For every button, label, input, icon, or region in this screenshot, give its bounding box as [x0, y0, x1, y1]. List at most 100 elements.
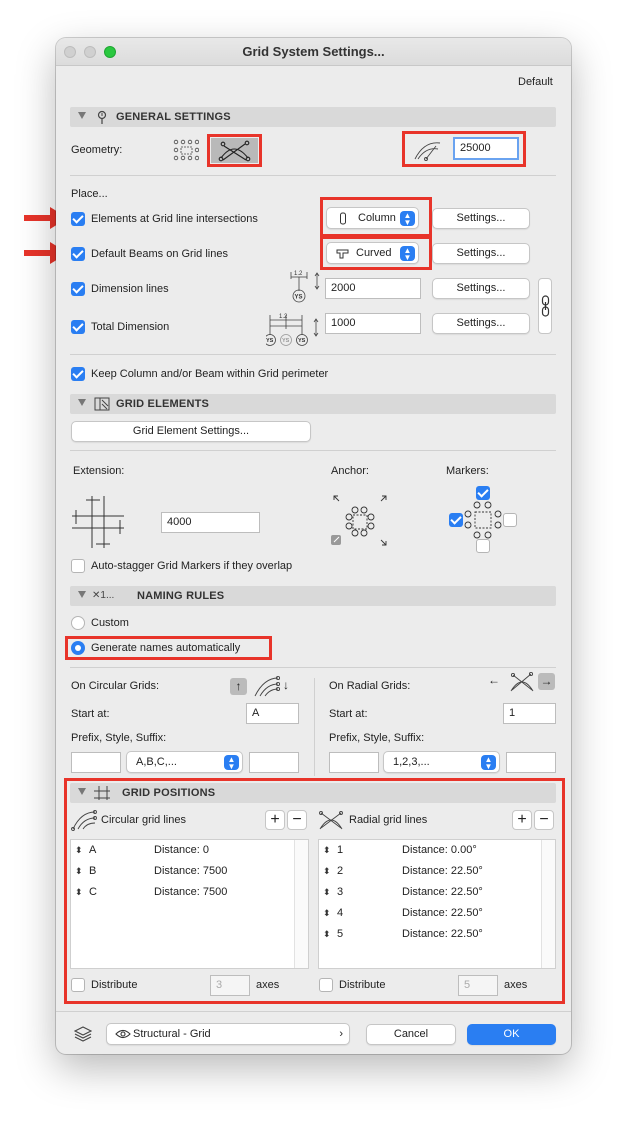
- extension-label: Extension:: [73, 465, 125, 477]
- reorder-handle-icon[interactable]: ⬍: [75, 861, 83, 882]
- dimension-settings-button[interactable]: Settings...: [432, 278, 530, 299]
- favorites-label[interactable]: Default: [518, 76, 553, 88]
- anchor-label: Anchor:: [331, 465, 369, 477]
- markers-diagram-icon: [464, 501, 502, 539]
- dimension-lines-checkbox[interactable]: [71, 282, 85, 296]
- ok-button[interactable]: OK: [467, 1024, 556, 1045]
- radial-axes-label: axes: [504, 979, 528, 991]
- circular-grid-list[interactable]: ⬍ A Distance: 0 ⬍ B Distance: 7500 ⬍ C D…: [70, 839, 309, 969]
- beam-icon: [336, 249, 349, 259]
- popup-chevron-icon: ▲ ▼: [400, 246, 415, 262]
- collapse-triangle-icon: [78, 112, 86, 119]
- beam-type-popup[interactable]: Curved ▲ ▼: [326, 242, 419, 264]
- beam-type-value: Curved: [356, 247, 392, 259]
- custom-naming-label: Custom: [91, 617, 129, 629]
- chevron-right-icon: ›: [339, 1028, 343, 1040]
- table-row[interactable]: ⬍ C Distance: 7500: [71, 882, 308, 903]
- keep-within-perimeter-label: Keep Column and/or Beam within Grid peri…: [91, 368, 329, 380]
- keep-within-perimeter-checkbox[interactable]: [71, 367, 85, 381]
- eye-icon: [115, 1029, 131, 1039]
- general-settings-header[interactable]: GENERAL SETTINGS: [70, 107, 556, 127]
- table-row[interactable]: ⬍ A Distance: 0: [71, 840, 308, 861]
- generate-names-radio[interactable]: [71, 641, 85, 655]
- circular-suffix-input[interactable]: [249, 752, 299, 773]
- radial-grid-small-icon: [510, 671, 534, 692]
- layer-popup[interactable]: Structural - Grid ›: [106, 1023, 350, 1045]
- circular-start-input[interactable]: A: [246, 703, 299, 724]
- radial-grid-option[interactable]: [211, 138, 258, 163]
- circular-style-popup[interactable]: A,B,C,... ▲ ▼: [126, 751, 243, 773]
- remove-radial-line-button[interactable]: −: [534, 810, 554, 830]
- remove-circular-line-button[interactable]: −: [287, 810, 307, 830]
- radius-input[interactable]: 25000: [453, 137, 519, 160]
- add-radial-line-button[interactable]: +: [512, 810, 532, 830]
- circular-grid-lines-icon: [71, 810, 97, 831]
- table-row[interactable]: ⬍ 3 Distance: 22.50°: [319, 882, 555, 903]
- grid-elements-header[interactable]: GRID ELEMENTS: [70, 394, 556, 414]
- radial-axes-input[interactable]: 5: [458, 975, 498, 996]
- sort-up-button[interactable]: ↑: [230, 678, 247, 695]
- total-dimension-settings-button[interactable]: Settings...: [432, 313, 530, 334]
- column-settings-button[interactable]: Settings...: [432, 208, 530, 229]
- column-type-popup[interactable]: Column ▲ ▼: [326, 207, 419, 229]
- circular-prefix-label: Prefix, Style, Suffix:: [71, 732, 167, 744]
- total-dimension-label: Total Dimension: [91, 321, 170, 333]
- dimension-lines-label: Dimension lines: [91, 283, 169, 295]
- rectangular-grid-icon[interactable]: [173, 139, 199, 161]
- elements-at-intersections-checkbox[interactable]: [71, 212, 85, 226]
- sort-down-button[interactable]: ↓: [283, 678, 289, 692]
- table-row[interactable]: ⬍ B Distance: 7500: [71, 861, 308, 882]
- table-row[interactable]: ⬍ 1 Distance: 0.00°: [319, 840, 555, 861]
- table-row[interactable]: ⬍ 2 Distance: 22.50°: [319, 861, 555, 882]
- anchor-selector-icon[interactable]: [331, 493, 391, 548]
- reorder-handle-icon[interactable]: ⬍: [75, 882, 83, 903]
- link-values-button[interactable]: [538, 278, 552, 334]
- sort-left-button[interactable]: ←: [488, 673, 500, 687]
- add-circular-line-button[interactable]: +: [265, 810, 285, 830]
- marker-right-checkbox[interactable]: [503, 513, 517, 527]
- custom-naming-radio[interactable]: [71, 616, 85, 630]
- dimension-lines-input[interactable]: 2000: [325, 278, 421, 299]
- cancel-button[interactable]: Cancel: [366, 1024, 456, 1045]
- reorder-handle-icon[interactable]: ⬍: [323, 903, 331, 924]
- radial-suffix-input[interactable]: [506, 752, 556, 773]
- naming-rules-header[interactable]: ✕1... NAMING RULES: [70, 586, 556, 606]
- column-type-value: Column: [358, 212, 396, 224]
- grid-system-settings-dialog: Grid System Settings... Default GENERAL …: [56, 38, 571, 1054]
- reorder-handle-icon[interactable]: ⬍: [323, 924, 331, 945]
- circular-axes-input[interactable]: 3: [210, 975, 250, 996]
- circular-grids-label: On Circular Grids:: [71, 680, 160, 692]
- reorder-handle-icon[interactable]: ⬍: [323, 882, 331, 903]
- collapse-triangle-icon: [78, 788, 86, 795]
- sort-right-button[interactable]: →: [538, 673, 555, 690]
- circular-axes-label: axes: [256, 979, 280, 991]
- chain-link-icon: [541, 295, 550, 317]
- radial-distribute-checkbox[interactable]: [319, 978, 333, 992]
- grid-positions-header[interactable]: GRID POSITIONS: [70, 783, 556, 803]
- default-beams-checkbox[interactable]: [71, 247, 85, 261]
- marker-top-checkbox[interactable]: [476, 486, 490, 500]
- marker-bottom-checkbox[interactable]: [476, 539, 490, 553]
- reorder-handle-icon[interactable]: ⬍: [75, 840, 83, 861]
- total-dimension-checkbox[interactable]: [71, 320, 85, 334]
- radial-start-input[interactable]: 1: [503, 703, 556, 724]
- extension-input[interactable]: 4000: [161, 512, 260, 533]
- circular-distribute-checkbox[interactable]: [71, 978, 85, 992]
- radial-style-popup[interactable]: 1,2,3,... ▲ ▼: [383, 751, 500, 773]
- place-label: Place...: [71, 188, 108, 200]
- circular-prefix-input[interactable]: [71, 752, 121, 773]
- beam-settings-button[interactable]: Settings...: [432, 243, 530, 264]
- geometry-label: Geometry:: [71, 144, 123, 156]
- radial-style-value: 1,2,3,...: [393, 756, 430, 768]
- grid-element-settings-button[interactable]: Grid Element Settings...: [71, 421, 311, 442]
- table-row[interactable]: ⬍ 5 Distance: 22.50°: [319, 924, 555, 945]
- reorder-handle-icon[interactable]: ⬍: [323, 861, 331, 882]
- marker-left-checkbox[interactable]: [449, 513, 463, 527]
- collapse-triangle-icon: [78, 591, 86, 598]
- radial-prefix-input[interactable]: [329, 752, 379, 773]
- auto-stagger-checkbox[interactable]: [71, 559, 85, 573]
- table-row[interactable]: ⬍ 4 Distance: 22.50°: [319, 903, 555, 924]
- radial-grid-list[interactable]: ⬍ 1 Distance: 0.00° ⬍ 2 Distance: 22.50°…: [318, 839, 556, 969]
- total-dimension-input[interactable]: 1000: [325, 313, 421, 334]
- reorder-handle-icon[interactable]: ⬍: [323, 840, 331, 861]
